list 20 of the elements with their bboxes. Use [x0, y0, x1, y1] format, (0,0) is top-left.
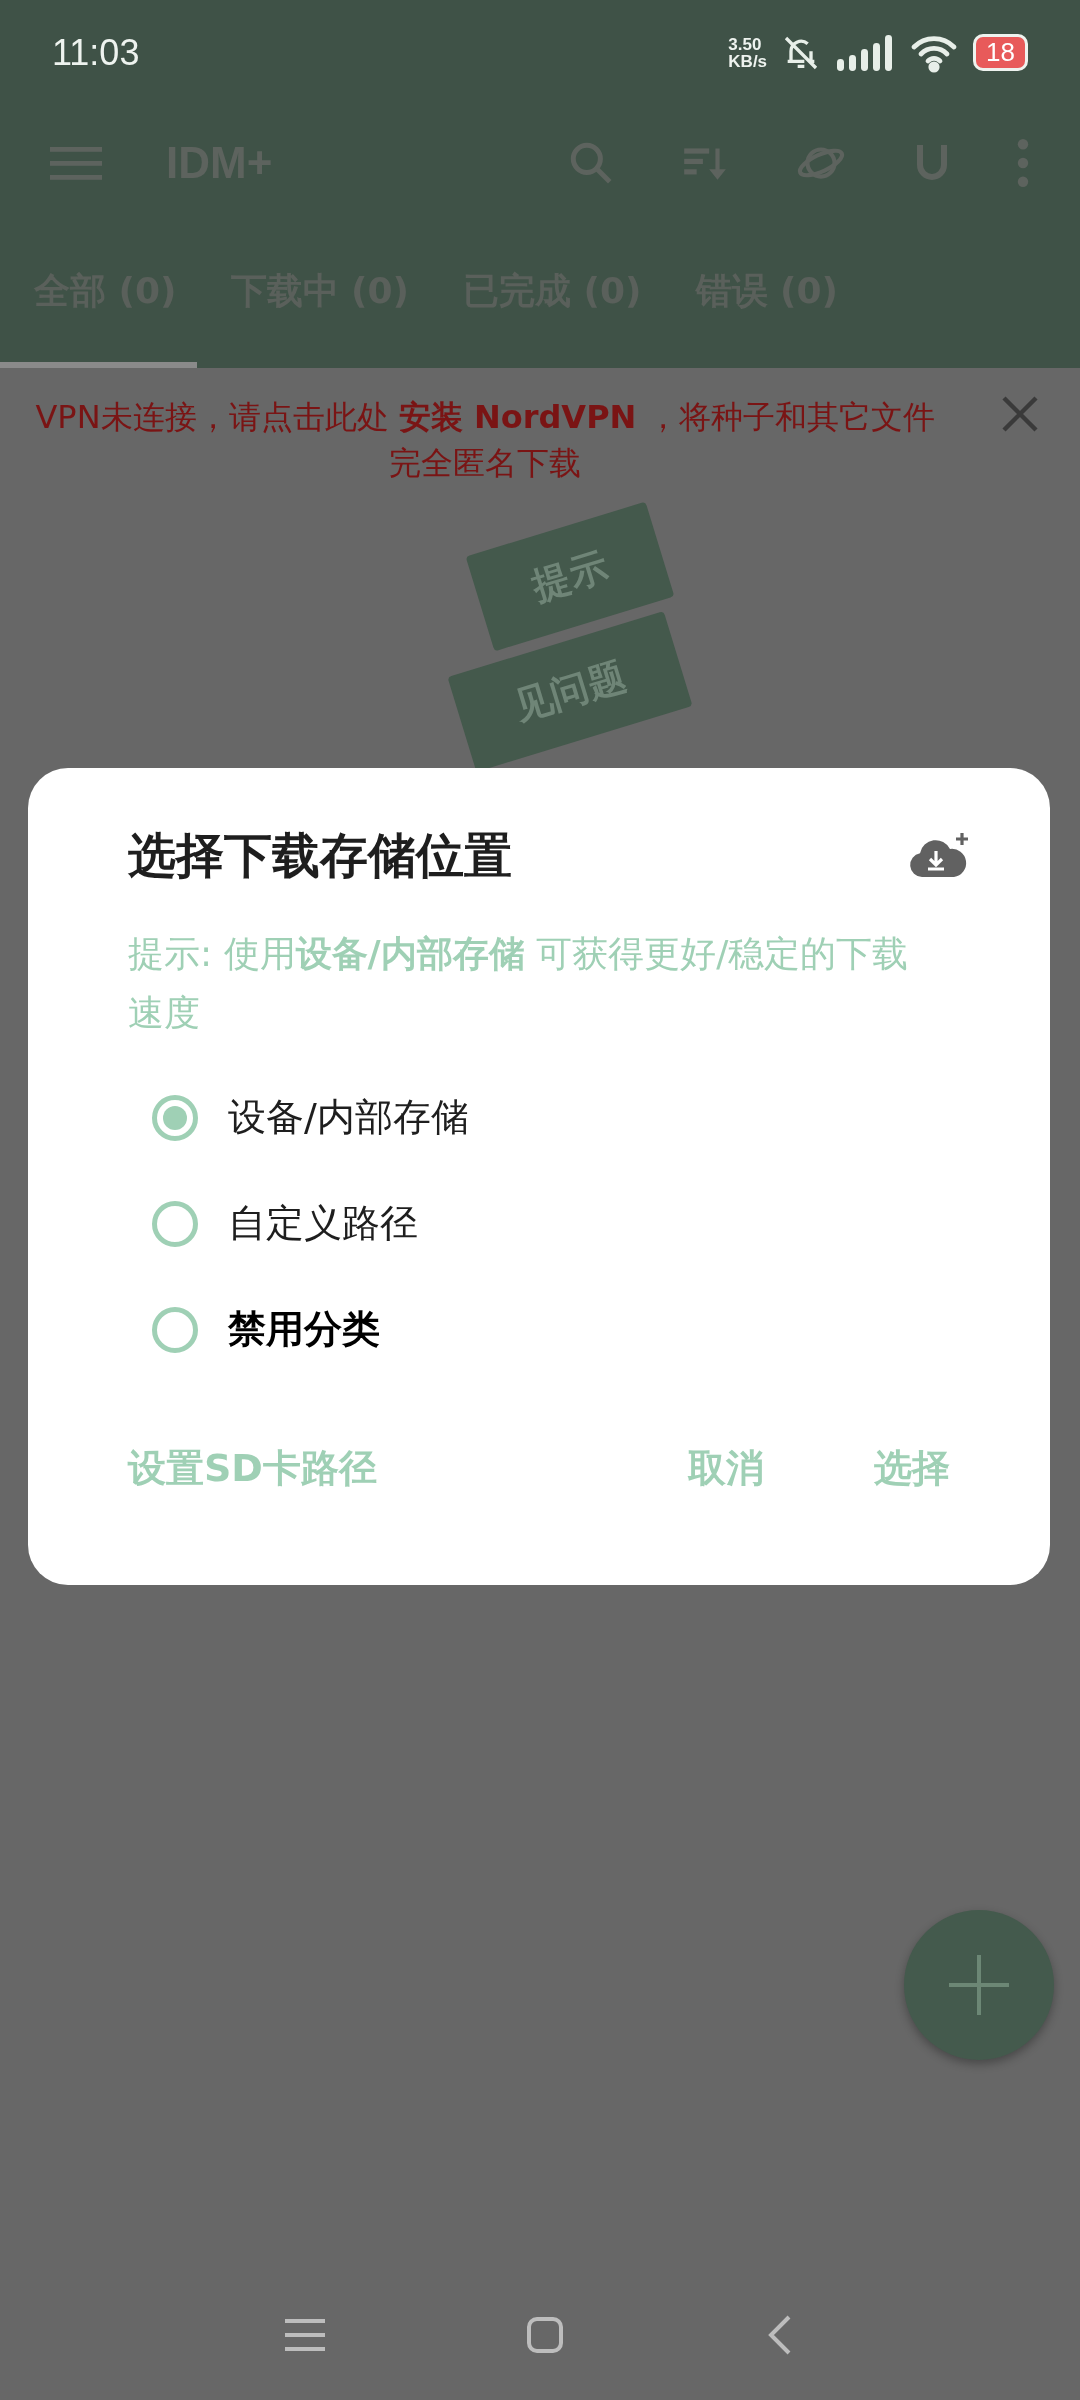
dialog-button[interactable]: 取消: [688, 1442, 764, 1494]
more-options-icon[interactable]: [1016, 137, 1030, 188]
home-icon[interactable]: [525, 2315, 565, 2355]
radio-button[interactable]: [152, 1306, 198, 1353]
network-speed-value: 3.50: [728, 35, 763, 53]
radio-button[interactable]: [152, 1094, 198, 1141]
clock-time: 11:03: [52, 31, 140, 74]
radio-button[interactable]: [152, 1200, 198, 1247]
storage-option[interactable]: 自定义路径: [152, 1170, 418, 1277]
storage-option[interactable]: 设备/内部存储: [152, 1064, 469, 1171]
storage-option[interactable]: 禁用分类: [152, 1276, 380, 1383]
battery-indicator: 18: [973, 34, 1028, 71]
menu-icon[interactable]: [285, 2317, 325, 2353]
dialog-button[interactable]: 选择: [874, 1442, 950, 1494]
dialog-button[interactable]: 设置SD卡路径: [128, 1442, 377, 1494]
dialog-title: 选择下载存储位置: [128, 826, 512, 885]
vpn-notice[interactable]: VPN未连接，请点击此处 安装 NordVPN ，将种子和其它文件完全匿名下载: [20, 394, 1000, 487]
storage-hint: 提示: 使用设备/内部存储 可获得更好/稳定的下载速度: [128, 932, 910, 1036]
network-speed-unit: KB/s: [728, 52, 768, 70]
close-icon[interactable]: [1000, 394, 1040, 434]
